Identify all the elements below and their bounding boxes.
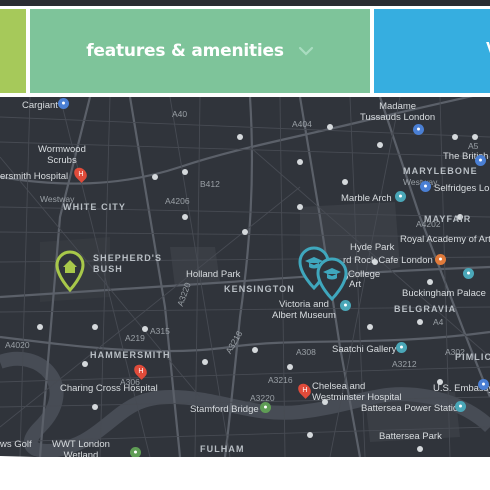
map-poi-british-icon[interactable]: ● — [475, 155, 486, 166]
map-road-a302: A302 — [445, 347, 465, 357]
map-label-victoria-albert: Victoria and Albert Museum — [272, 299, 336, 321]
chevron-down-icon — [298, 46, 313, 56]
nav-tab-features[interactable]: features & amenities — [30, 9, 370, 93]
map-poi-selfridges-icon[interactable]: ● — [420, 181, 431, 192]
map-road-a40: A40 — [172, 109, 188, 119]
map-road-a4202: A4202 — [416, 219, 441, 229]
map-label-hard-rock: rd Rock Cafe London — [343, 255, 433, 266]
map-label-royal-academy: Royal Academy of Art — [400, 234, 490, 245]
map-road-a4206: A4206 — [165, 196, 190, 206]
map-poi-madame-tussauds-icon[interactable]: ● — [413, 124, 424, 135]
map-bottom-edge — [0, 456, 490, 490]
map-label-charing-cross: Charing Cross Hospital — [60, 383, 158, 394]
map-label-buckingham: Buckingham Palace — [402, 288, 486, 299]
home-pin-icon[interactable] — [54, 250, 86, 292]
map-label-cargiant: Cargiant — [22, 100, 58, 111]
nav-tab-features-label: features & amenities — [86, 41, 284, 61]
map-label-stamford: Stamford Bridge — [190, 404, 259, 415]
map-road-a308: A308 — [296, 347, 316, 357]
nav-tab-right[interactable]: V — [374, 9, 490, 93]
map-poi-stamford-icon[interactable]: ● — [260, 402, 271, 413]
map-road-a3216: A3216 — [268, 375, 293, 385]
map-area-hammersmith: HAMMERSMITH — [90, 350, 171, 360]
map-poi-cargiant-icon[interactable]: ● — [58, 98, 69, 109]
map-poi-marble-arch-icon[interactable]: ● — [395, 191, 406, 202]
map-label-saatchi: Saatchi Gallery — [332, 344, 397, 355]
map-road-b412: B412 — [200, 179, 220, 189]
map-label-wormwood: Wormwood Scrubs — [38, 144, 86, 166]
map-road-a404: A404 — [292, 119, 312, 129]
school-pin-icon[interactable] — [315, 257, 349, 301]
map-poi-victoria-albert-icon[interactable]: ● — [340, 300, 351, 311]
map-label-hospital-hammersmith: ersmith Hospital — [0, 171, 69, 182]
map-label-chelsea-westminster: Chelsea and Westminster Hospital — [312, 381, 402, 403]
map-road-a4: A4 — [433, 317, 444, 327]
map-label-holland-park: Holland Park — [186, 269, 241, 280]
map-road-a315: A315 — [150, 326, 170, 336]
map-area-kensington: KENSINGTON — [224, 284, 295, 294]
map-area-shepherds-bush: SHEPHERD'S BUSH — [93, 253, 163, 274]
map-poi-saatchi-icon[interactable]: ● — [396, 342, 407, 353]
map-poi-us-embassy-icon[interactable]: ● — [478, 379, 489, 390]
map-road-a5: A5 — [468, 141, 479, 151]
map-label-hyde-park: Hyde Park — [350, 242, 395, 253]
map-label-battersea-power: Battersea Power Station — [361, 403, 464, 414]
map-road-westway-1: Westway — [40, 194, 75, 204]
map-label-madame-tussauds: Madame Tussauds London — [360, 101, 436, 123]
map-poi-hard-rock-icon[interactable]: ● — [435, 254, 446, 265]
nav-tab-right-label: V — [486, 39, 490, 60]
map-view[interactable]: Cargiant Madame Tussauds London Wormwood… — [0, 97, 490, 457]
map-road-a3212: A3212 — [392, 359, 417, 369]
map-poi-buckingham-icon[interactable]: ● — [463, 268, 474, 279]
map-road-a219: A219 — [125, 333, 145, 343]
map-poi-battersea-power-icon[interactable]: ● — [455, 401, 466, 412]
nav-tab-left[interactable] — [0, 9, 26, 93]
map-label-art: Art — [349, 279, 362, 290]
map-area-belgravia: BELGRAVIA — [394, 304, 457, 314]
map-label-selfridges: Selfridges Lo — [434, 183, 490, 194]
top-dark-strip — [0, 0, 490, 6]
map-area-marylebone: MARYLEBONE — [403, 166, 478, 176]
map-road-a306: A306 — [120, 377, 140, 387]
map-road-a4020: A4020 — [5, 340, 30, 350]
map-label-marble-arch: Marble Arch — [341, 193, 392, 204]
